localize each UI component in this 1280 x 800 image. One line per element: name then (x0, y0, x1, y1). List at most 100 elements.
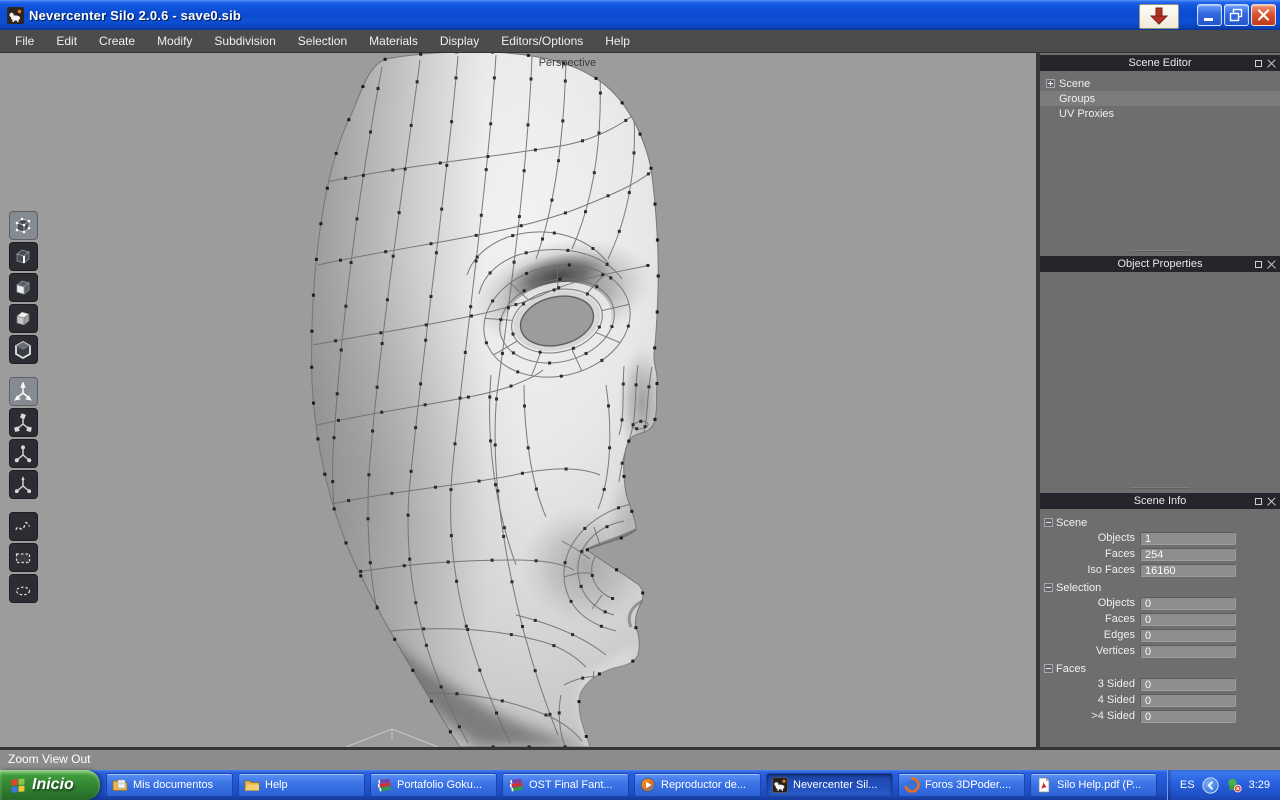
select-faces-icon[interactable] (8, 273, 38, 302)
menu-selection[interactable]: Selection (287, 30, 358, 52)
menu-subdivision[interactable]: Subdivision (203, 30, 286, 52)
manipulator-move-icon[interactable] (8, 377, 38, 406)
firefox-icon (904, 777, 920, 793)
faces-4sided-field: 0 (1140, 693, 1236, 707)
taskbar-item-portafolio[interactable]: Portafolio Goku... (370, 773, 497, 797)
object-properties-title: Object Properties (1117, 258, 1203, 270)
scene-info-row: Objects 1 (1040, 530, 1280, 546)
menu-modify[interactable]: Modify (146, 30, 203, 52)
taskbar-item-silo-help-pdf[interactable]: Silo Help.pdf (P... (1030, 773, 1157, 797)
expand-icon[interactable] (1046, 79, 1055, 88)
menu-help[interactable]: Help (594, 30, 641, 52)
scene-info-row: Objects 0 (1040, 595, 1280, 611)
clock[interactable]: 3:29 (1249, 779, 1270, 791)
selection-vertices-field: 0 (1140, 644, 1236, 658)
faces-gt4sided-field: 0 (1140, 709, 1236, 723)
scene-info-row: Iso Faces 16160 (1040, 562, 1280, 578)
panel-close-icon[interactable] (1267, 497, 1276, 506)
scene-info-row: >4 Sided 0 (1040, 708, 1280, 724)
taskbar-buttons: Mis documentos Help Portafolio Goku... O… (100, 770, 1167, 800)
taskbar-item-help[interactable]: Help (238, 773, 365, 797)
window-title: Nevercenter Silo 2.0.6 - save0.sib (29, 7, 242, 23)
scene-iso-faces-field: 16160 (1140, 563, 1236, 577)
taskbar-item-reproductor[interactable]: Reproductor de... (634, 773, 761, 797)
minimize-button[interactable] (1197, 3, 1222, 26)
left-toolbar (0, 53, 46, 747)
panel-close-icon[interactable] (1267, 59, 1276, 68)
scene-info-group-selection: Selection (1040, 580, 1280, 595)
scene-info-row: Edges 0 (1040, 627, 1280, 643)
taskbar-item-mis-documentos[interactable]: Mis documentos (106, 773, 233, 797)
panel-float-icon[interactable] (1255, 497, 1262, 505)
menu-materials[interactable]: Materials (358, 30, 429, 52)
scene-editor-tree: Scene Groups UV Proxies (1040, 71, 1280, 247)
viewport-label: Perspective (538, 57, 597, 69)
scene-editor-title: Scene Editor (1128, 57, 1192, 69)
winrar-icon (508, 777, 524, 793)
paint-select-icon[interactable] (8, 574, 38, 603)
right-panel-column: Scene Editor Scene Groups UV Proxies Obj… (1040, 53, 1280, 747)
silo-icon (772, 777, 788, 793)
tree-item-uv-proxies[interactable]: UV Proxies (1040, 106, 1280, 121)
manipulator-universal-icon[interactable] (8, 470, 38, 499)
restore-button[interactable] (1224, 3, 1249, 26)
tree-item-scene[interactable]: Scene (1040, 76, 1280, 91)
panel-resize-handle[interactable] (1040, 247, 1280, 254)
scene-info-title: Scene Info (1133, 495, 1187, 507)
close-button[interactable] (1251, 3, 1276, 26)
scene-info-header: Scene Info (1040, 493, 1280, 509)
object-properties-body (1040, 272, 1280, 484)
menu-display[interactable]: Display (429, 30, 490, 52)
viewport-3d-canvas[interactable]: Perspective (46, 53, 1036, 747)
menu-create[interactable]: Create (88, 30, 146, 52)
status-text: Zoom View Out (8, 752, 91, 766)
language-indicator[interactable]: ES (1180, 779, 1195, 791)
system-tray: ES 3:29 (1166, 770, 1280, 800)
collapse-icon[interactable] (1044, 518, 1053, 527)
menu-edit[interactable]: Edit (45, 30, 88, 52)
select-vertices-icon[interactable] (8, 211, 38, 240)
panel-float-icon[interactable] (1255, 260, 1262, 268)
media-player-icon (640, 777, 656, 793)
folder-icon (244, 777, 260, 793)
tree-item-groups[interactable]: Groups (1040, 91, 1280, 106)
restore-icon (1229, 8, 1243, 21)
scene-info-body: Scene Objects 1 Faces 254 Iso Faces 1616… (1040, 509, 1280, 747)
select-multi-icon[interactable] (8, 335, 38, 364)
hide-icons-chevron-icon[interactable] (1201, 776, 1219, 794)
minimize-icon (1204, 17, 1213, 21)
scene-info-row: 4 Sided 0 (1040, 692, 1280, 708)
download-arrow-icon (1149, 7, 1169, 25)
panel-resize-handle[interactable] (1040, 484, 1280, 491)
selection-faces-field: 0 (1140, 612, 1236, 626)
taskbar-item-foros[interactable]: Foros 3DPoder.... (898, 773, 1025, 797)
scene-objects-field: 1 (1140, 531, 1236, 545)
collapse-icon[interactable] (1044, 583, 1053, 592)
scene-info-row: Faces 0 (1040, 611, 1280, 627)
menu-editors-options[interactable]: Editors/Options (490, 30, 594, 52)
app-icon (7, 6, 24, 24)
select-edges-icon[interactable] (8, 242, 38, 271)
rect-select-icon[interactable] (8, 543, 38, 572)
soft-selection-icon[interactable] (8, 512, 38, 541)
start-button[interactable]: Inicio (0, 770, 100, 800)
start-label: Inicio (32, 776, 74, 793)
status-bar: Zoom View Out (0, 747, 1280, 770)
panel-float-icon[interactable] (1255, 59, 1262, 67)
manipulator-rotate-icon[interactable] (8, 408, 38, 437)
taskbar-item-ost[interactable]: OST Final Fant... (502, 773, 629, 797)
panel-close-icon[interactable] (1267, 260, 1276, 269)
object-properties-header: Object Properties (1040, 256, 1280, 272)
pdf-icon (1036, 777, 1052, 793)
faces-3sided-field: 0 (1140, 677, 1236, 691)
download-arrow-button[interactable] (1139, 3, 1179, 29)
taskbar-item-nevercenter[interactable]: Nevercenter Sil... (766, 773, 893, 797)
tray-status-icon[interactable] (1226, 777, 1242, 793)
menu-file[interactable]: File (4, 30, 45, 52)
select-objects-icon[interactable] (8, 304, 38, 333)
collapse-icon[interactable] (1044, 664, 1053, 673)
winrar-icon (376, 777, 392, 793)
head-model (310, 53, 660, 747)
menu-bar: File Edit Create Modify Subdivision Sele… (0, 30, 1280, 53)
manipulator-scale-icon[interactable] (8, 439, 38, 468)
